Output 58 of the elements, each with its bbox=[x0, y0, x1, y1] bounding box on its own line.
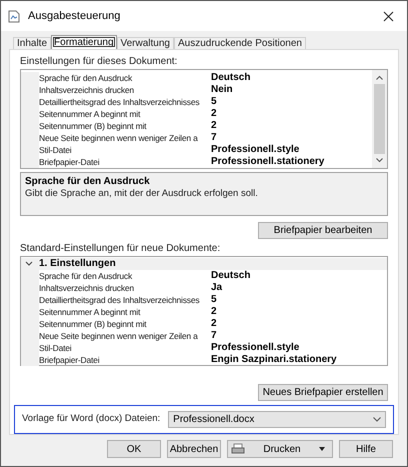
print-button[interactable]: Drucken bbox=[227, 440, 333, 458]
property-value: 7 bbox=[210, 330, 217, 342]
property-name: Detailliertheitsgrad des Inhaltsverzeichnisses bbox=[39, 96, 200, 108]
property-name: Seitennummer (B) beginnt mit bbox=[39, 120, 148, 132]
field-label: Vorlage für Word (docx) Dateien: bbox=[22, 412, 160, 426]
property-name: Stil-Datei bbox=[39, 342, 72, 354]
property-name: Briefpapier-Datei bbox=[39, 354, 100, 366]
template-dropdown[interactable]: Professionell.docx bbox=[168, 411, 386, 428]
property-name: Briefpapier-Datei bbox=[39, 156, 100, 168]
property-name: Inhaltsverzeichnis drucken bbox=[39, 84, 135, 96]
category-title: 1. Einstellungen bbox=[39, 258, 116, 270]
action-button[interactable]: OK bbox=[107, 440, 161, 458]
property-value: Deutsch bbox=[210, 270, 250, 282]
chevron-down-icon bbox=[373, 417, 381, 422]
tab[interactable]: Formatierung bbox=[51, 35, 116, 49]
window-title: Ausgabesteuerung bbox=[28, 8, 120, 24]
property-value: 2 bbox=[210, 306, 217, 318]
printer-icon bbox=[231, 443, 245, 455]
action-button[interactable]: Neues Briefpapier erstellen bbox=[258, 384, 388, 401]
property-name: Detailliertheitsgrad des Inhaltsverzeichnisses bbox=[39, 294, 200, 306]
property-value: 2 bbox=[210, 108, 217, 120]
property-value: 2 bbox=[210, 318, 217, 330]
property-name: Sprache für den Ausdruck bbox=[39, 270, 134, 282]
scroll-down-icon[interactable] bbox=[376, 158, 383, 164]
property-name: Seitennummer (B) beginnt mit bbox=[39, 318, 148, 330]
section-label: Standard-Einstellungen für neue Dokumente: bbox=[20, 242, 222, 256]
property-value: Professionell.style bbox=[210, 342, 300, 354]
property-value: Engin Sazpinari.stationery bbox=[210, 354, 337, 366]
close-icon[interactable] bbox=[383, 10, 394, 22]
caret-icon bbox=[319, 447, 325, 451]
tab[interactable]: Auszudruckende Positionen bbox=[174, 37, 306, 49]
property-value: 2 bbox=[210, 120, 217, 132]
description-title: Sprache für den Ausdruck bbox=[25, 176, 151, 188]
property-value: Professionell.stationery bbox=[210, 156, 324, 168]
property-name: Neue Seite beginnen wenn weniger Zeilen a bbox=[39, 132, 199, 144]
property-value: Professionell.style bbox=[210, 144, 300, 156]
property-name: Sprache für den Ausdruck bbox=[39, 72, 134, 84]
property-value: Nein bbox=[210, 84, 233, 96]
property-name: Neue Seite beginnen wenn weniger Zeilen a bbox=[39, 330, 199, 342]
scrollbar[interactable] bbox=[372, 70, 387, 168]
property-name: Seitennummer A beginnt mit bbox=[39, 306, 142, 318]
property-value: 7 bbox=[210, 132, 217, 144]
property-value: 5 bbox=[210, 96, 217, 108]
scroll-up-icon[interactable] bbox=[376, 75, 383, 80]
document-icon bbox=[8, 10, 20, 22]
section-label: Einstellungen für dieses Dokument: bbox=[20, 55, 178, 69]
action-button[interactable]: Briefpapier bearbeiten bbox=[258, 222, 388, 239]
property-name: Seitennummer A beginnt mit bbox=[39, 108, 142, 120]
tab[interactable]: Inhalte bbox=[13, 37, 52, 49]
action-button[interactable]: Abbrechen bbox=[167, 440, 221, 458]
tab[interactable]: Verwaltung bbox=[116, 37, 174, 49]
property-value: Ja bbox=[210, 282, 222, 294]
property-value: Deutsch bbox=[210, 72, 250, 84]
property-name: Stil-Datei bbox=[39, 144, 72, 156]
description-text: Gibt die Sprache an, mit der der Ausdruck erfolgen soll. bbox=[25, 188, 259, 200]
action-button[interactable]: Hilfe bbox=[339, 440, 393, 458]
property-value: 5 bbox=[210, 294, 217, 306]
property-name: Inhaltsverzeichnis drucken bbox=[39, 282, 135, 294]
